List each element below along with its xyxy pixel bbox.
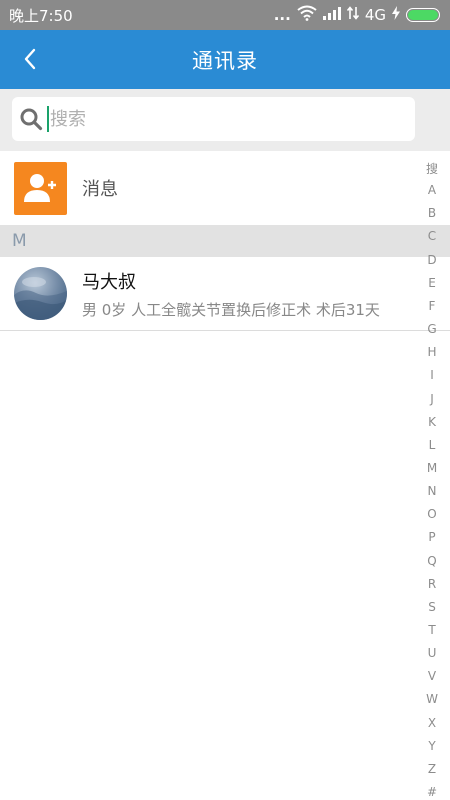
index-letter[interactable]: Y (418, 739, 446, 753)
message-row[interactable]: 消息 (0, 151, 450, 225)
index-letter[interactable]: F (418, 299, 446, 313)
message-label: 消息 (82, 179, 118, 200)
section-header: M (0, 225, 450, 257)
index-letter[interactable]: U (418, 646, 446, 660)
search-icon (18, 106, 44, 132)
index-letter[interactable]: S (418, 600, 446, 614)
index-letter[interactable]: D (418, 253, 446, 267)
back-button[interactable] (10, 38, 50, 80)
avatar (14, 267, 67, 320)
index-letter[interactable]: Z (418, 762, 446, 776)
index-letter[interactable]: G (418, 322, 446, 336)
add-contact-icon (14, 161, 67, 215)
wifi-icon (297, 5, 317, 25)
index-letter[interactable]: L (418, 438, 446, 452)
index-letter[interactable]: I (418, 368, 446, 382)
index-letter[interactable]: O (418, 507, 446, 521)
index-letter[interactable]: R (418, 577, 446, 591)
index-letter[interactable]: C (418, 229, 446, 243)
status-bar: 晚上7:50 ... 4G (0, 0, 450, 30)
contact-name: 马大叔 (82, 271, 136, 293)
index-letter[interactable]: X (418, 716, 446, 730)
signal-icon (322, 6, 341, 24)
search-box[interactable] (12, 97, 415, 141)
index-letter[interactable]: K (418, 415, 446, 429)
index-letter[interactable]: J (418, 392, 446, 406)
index-letter[interactable]: A (418, 183, 446, 197)
chevron-left-icon (24, 48, 36, 70)
battery-level (408, 10, 438, 20)
contact-row[interactable]: 马大叔 男 0岁 人工全髋关节置换后修正术 术后31天 (0, 257, 450, 331)
search-input[interactable] (49, 99, 389, 139)
contact-info: 马大叔 男 0岁 人工全髋关节置换后修正术 术后31天 (82, 268, 380, 320)
index-letter[interactable]: B (418, 206, 446, 220)
status-icons: ... 4G (274, 5, 440, 25)
battery-icon (406, 8, 440, 22)
status-time: 晚上7:50 (9, 6, 73, 25)
index-letter[interactable]: Q (418, 554, 446, 568)
index-letter[interactable]: H (418, 345, 446, 359)
index-letter[interactable]: T (418, 623, 446, 637)
index-letter[interactable]: 搜 (418, 160, 446, 177)
page-title: 通讯录 (192, 48, 258, 73)
app-bar: 通讯录 (0, 30, 450, 89)
index-letter[interactable]: P (418, 530, 446, 544)
network-type: 4G (364, 6, 386, 24)
index-letter[interactable]: W (418, 692, 446, 706)
alphabet-index-bar[interactable]: 搜 A B C D E F G H I J K L M N O P Q R S T U V W X Y Z # (418, 160, 446, 800)
more-dots: ... (273, 6, 291, 24)
index-letter[interactable]: V (418, 669, 446, 683)
contact-detail: 男 0岁 人工全髋关节置换后修正术 术后31天 (82, 300, 380, 319)
index-letter[interactable]: # (418, 785, 446, 799)
index-letter[interactable]: N (418, 484, 446, 498)
data-transfer-icon (346, 6, 359, 24)
charging-icon (392, 6, 400, 24)
index-letter[interactable]: M (418, 461, 446, 475)
index-letter[interactable]: E (418, 276, 446, 290)
search-area (0, 89, 450, 151)
